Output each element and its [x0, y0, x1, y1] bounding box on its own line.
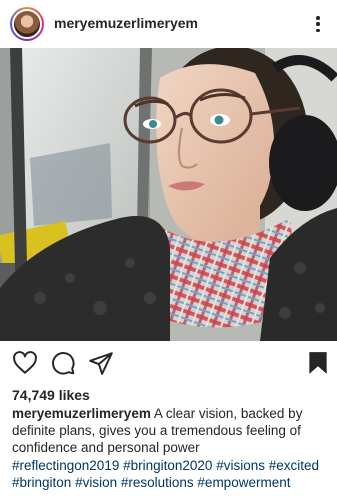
- caption: meryemuzerlimeryem A clear vision, backe…: [12, 405, 330, 456]
- story-ring[interactable]: [10, 7, 44, 41]
- hashtag-link[interactable]: #excited: [269, 458, 319, 473]
- hashtag-link[interactable]: #bringiton: [12, 475, 71, 490]
- caption-username[interactable]: meryemuzerlimeryem: [12, 406, 151, 421]
- hashtag-link[interactable]: #reflectingon2019: [12, 458, 119, 473]
- hashtags: #reflectingon2019 #bringiton2020 #vision…: [12, 457, 330, 491]
- heart-icon[interactable]: [12, 350, 38, 376]
- hashtag-link[interactable]: #bringiton2020: [123, 458, 212, 473]
- paper-plane-icon[interactable]: [88, 350, 114, 376]
- more-options-icon[interactable]: [313, 14, 323, 34]
- hashtag-link[interactable]: #empowerment: [197, 475, 290, 490]
- hashtag-link[interactable]: #vision: [75, 475, 117, 490]
- comment-icon[interactable]: [50, 350, 76, 376]
- likes-count[interactable]: 74,749 likes: [12, 387, 90, 403]
- post-action-bar: [0, 341, 337, 385]
- hashtag-link[interactable]: #visions: [216, 458, 265, 473]
- avatar[interactable]: [12, 9, 42, 39]
- username-link[interactable]: meryemuzerlimeryem: [54, 15, 198, 31]
- hashtag-link[interactable]: #resolutions: [121, 475, 194, 490]
- bookmark-icon[interactable]: [305, 350, 331, 376]
- post-photo[interactable]: [0, 48, 337, 341]
- post-header: meryemuzerlimeryem: [0, 0, 337, 48]
